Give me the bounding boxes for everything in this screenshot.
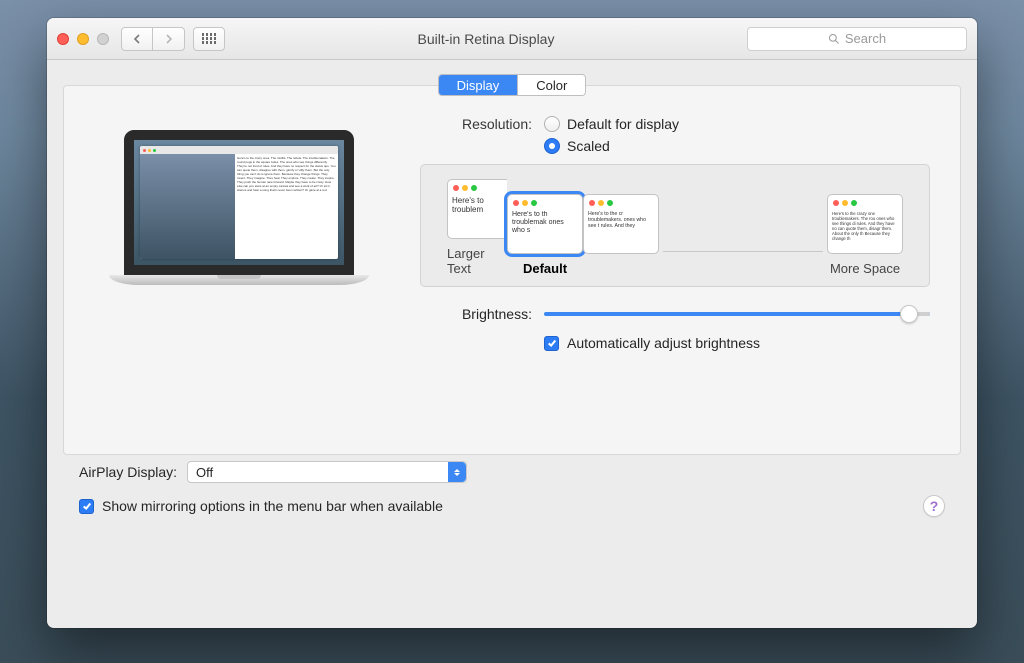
- radio-icon: [544, 116, 560, 132]
- slider-knob-icon[interactable]: [900, 305, 918, 323]
- scale-divider: [663, 251, 823, 252]
- grid-icon: [202, 33, 216, 43]
- brightness-row: Brightness:: [414, 305, 930, 323]
- help-button[interactable]: ?: [923, 495, 945, 517]
- radio-label: Scaled: [567, 138, 610, 154]
- forward-button[interactable]: [153, 27, 185, 51]
- laptop-illustration: Here's to the crazy ones. The misfits. T…: [94, 116, 384, 404]
- scale-option-mid[interactable]: Here's to the cr troublemakers. ones who…: [583, 194, 659, 276]
- chevron-left-icon: [133, 34, 142, 44]
- airplay-value: Off: [196, 465, 213, 480]
- window-controls: [57, 33, 109, 45]
- chevron-right-icon: [164, 34, 173, 44]
- auto-brightness-label: Automatically adjust brightness: [567, 335, 760, 351]
- checkbox-icon: [79, 499, 94, 514]
- close-icon[interactable]: [57, 33, 69, 45]
- search-input[interactable]: Search: [747, 27, 967, 51]
- select-stepper-icon: [448, 462, 466, 482]
- search-placeholder: Search: [845, 31, 886, 46]
- scale-resolution-picker: Here's to troublem Larger Text Here's to…: [420, 164, 930, 287]
- airplay-row: AirPlay Display: Off: [79, 461, 945, 483]
- content-area: Display Color Here's to the crazy ones. …: [47, 60, 977, 628]
- scale-option-default[interactable]: Here's to th troublemak ones who s Defau…: [507, 194, 583, 276]
- tab-control: Display Color: [438, 74, 587, 96]
- bottom-section: AirPlay Display: Off Show mirroring opti…: [63, 455, 961, 531]
- brightness-label: Brightness:: [414, 306, 532, 322]
- radio-icon: [544, 138, 560, 154]
- display-panel: Here's to the crazy ones. The misfits. T…: [63, 85, 961, 455]
- radio-label: Default for display: [567, 116, 679, 132]
- show-all-button[interactable]: [193, 27, 225, 51]
- airplay-select[interactable]: Off: [187, 461, 467, 483]
- airplay-label: AirPlay Display:: [79, 464, 177, 480]
- tab-display[interactable]: Display: [439, 75, 518, 95]
- resolution-row: Resolution: Default for display Scaled: [414, 116, 930, 154]
- window-title: Built-in Retina Display: [233, 31, 739, 47]
- nav-buttons: [121, 27, 185, 51]
- mirroring-checkbox[interactable]: Show mirroring options in the menu bar w…: [79, 498, 443, 514]
- resolution-label: Resolution:: [414, 116, 532, 132]
- radio-default-for-display[interactable]: Default for display: [544, 116, 679, 132]
- titlebar: Built-in Retina Display Search: [47, 18, 977, 60]
- tab-color[interactable]: Color: [517, 75, 585, 95]
- scale-label: Larger Text: [447, 246, 507, 276]
- scale-option-more-space[interactable]: Here's to the crazy one troublemakers. T…: [827, 194, 903, 276]
- display-settings: Resolution: Default for display Scaled: [414, 116, 930, 404]
- back-button[interactable]: [121, 27, 153, 51]
- minimize-icon[interactable]: [77, 33, 89, 45]
- radio-scaled[interactable]: Scaled: [544, 138, 679, 154]
- scale-label: More Space: [830, 261, 900, 276]
- zoom-icon: [97, 33, 109, 45]
- scale-label: [619, 261, 623, 276]
- search-icon: [828, 33, 840, 45]
- brightness-slider[interactable]: [544, 305, 930, 323]
- checkbox-icon: [544, 336, 559, 351]
- auto-brightness-checkbox[interactable]: Automatically adjust brightness: [544, 335, 930, 351]
- mirroring-label: Show mirroring options in the menu bar w…: [102, 498, 443, 514]
- scale-option-larger-text[interactable]: Here's to troublem Larger Text: [447, 179, 507, 276]
- preferences-window: Built-in Retina Display Search Display C…: [47, 18, 977, 628]
- scale-label: Default: [523, 261, 567, 276]
